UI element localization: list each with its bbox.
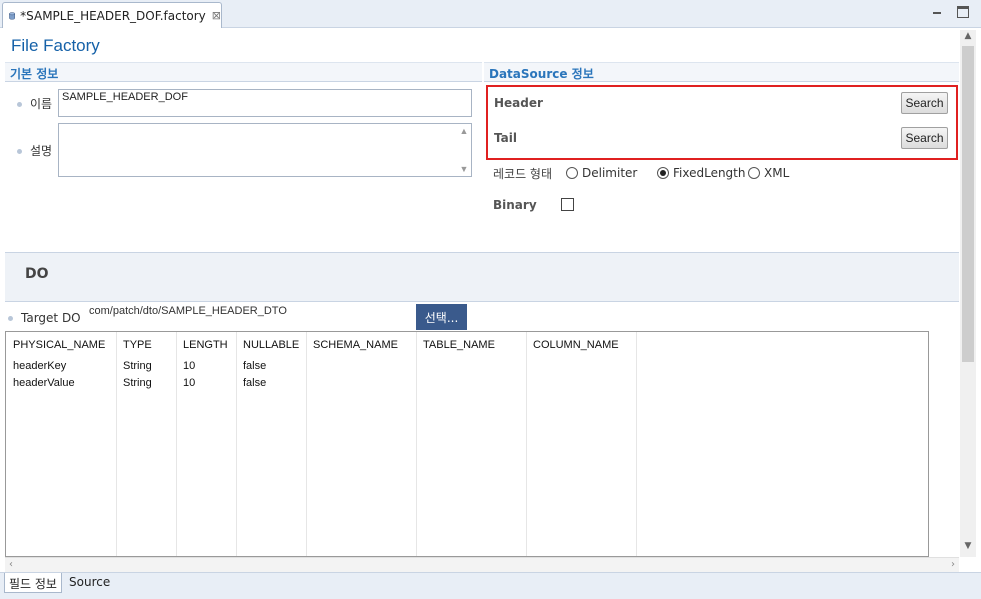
- editor-tab-bar: *SAMPLE_HEADER_DOF.factory ⊠: [0, 0, 981, 28]
- column-header-length[interactable]: LENGTH: [183, 339, 228, 351]
- column-header-physical-name[interactable]: PHYSICAL_NAME: [13, 339, 105, 351]
- scroll-down-icon[interactable]: ▼: [960, 541, 976, 551]
- target-do-value[interactable]: com/patch/dto/SAMPLE_HEADER_DTO: [89, 305, 287, 317]
- table-cell: headerValue: [13, 377, 75, 389]
- record-type-label: 레코드 형태: [493, 167, 553, 181]
- close-icon[interactable]: ⊠: [212, 9, 221, 22]
- name-input[interactable]: SAMPLE_HEADER_DOF: [58, 89, 472, 117]
- field-table[interactable]: PHYSICAL_NAME TYPE LENGTH NULLABLE SCHEM…: [5, 331, 929, 557]
- table-column: [307, 332, 417, 556]
- table-cell: headerKey: [13, 360, 67, 372]
- tail-label: Tail: [494, 131, 517, 145]
- table-cell: false: [243, 377, 267, 389]
- header-label: Header: [494, 96, 543, 110]
- column-header-schema-name[interactable]: SCHEMA_NAME: [313, 339, 398, 351]
- basic-info-title: 기본 정보: [10, 67, 59, 81]
- column-header-table-name[interactable]: TABLE_NAME: [423, 339, 495, 351]
- bullet-icon: [8, 316, 13, 321]
- tail-search-button[interactable]: Search: [901, 127, 948, 149]
- target-do-label: Target DO: [8, 311, 81, 325]
- do-section-header: DO: [5, 252, 959, 302]
- page-title: File Factory: [11, 36, 100, 55]
- description-label: 설명: [17, 142, 52, 159]
- radio-checked-icon[interactable]: [657, 167, 669, 179]
- basic-info-header: 기본 정보: [5, 62, 482, 82]
- table-column: [417, 332, 527, 556]
- datasource-highlight-box: Header Search Tail Search: [486, 85, 958, 160]
- column-header-nullable[interactable]: NULLABLE: [243, 339, 299, 351]
- column-header-column-name[interactable]: COLUMN_NAME: [533, 339, 619, 351]
- header-search-button[interactable]: Search: [901, 92, 948, 114]
- table-cell: false: [243, 360, 267, 372]
- database-icon: [9, 11, 15, 19]
- scroll-down-icon[interactable]: ▼: [460, 164, 469, 174]
- radio-icon[interactable]: [566, 167, 578, 179]
- editor-tab-title: *SAMPLE_HEADER_DOF.factory: [20, 8, 206, 23]
- name-label: 이름: [17, 95, 52, 112]
- binary-label: Binary: [493, 198, 537, 212]
- scroll-right-icon[interactable]: ›: [951, 559, 955, 570]
- description-textarea[interactable]: ▲ ▼: [58, 123, 472, 177]
- binary-checkbox[interactable]: [561, 198, 574, 211]
- radio-icon[interactable]: [748, 167, 760, 179]
- maximize-icon[interactable]: [957, 6, 969, 18]
- scrollbar-thumb[interactable]: [962, 46, 974, 362]
- do-title: DO: [25, 266, 49, 282]
- tab-field-info[interactable]: 필드 정보: [4, 573, 62, 593]
- table-column: [527, 332, 637, 556]
- bottom-tab-bar: 필드 정보 Source: [0, 572, 981, 599]
- radio-fixedlength[interactable]: FixedLength: [657, 166, 746, 180]
- bullet-icon: [17, 149, 22, 154]
- table-cell: 10: [183, 360, 196, 372]
- tab-source[interactable]: Source: [65, 573, 114, 593]
- table-cell: String: [123, 377, 152, 389]
- scroll-left-icon[interactable]: ‹: [9, 559, 13, 570]
- minimize-icon[interactable]: [931, 6, 943, 18]
- bullet-icon: [17, 102, 22, 107]
- radio-xml[interactable]: XML: [748, 166, 789, 180]
- datasource-title: DataSource 정보: [489, 67, 594, 81]
- textarea-scrollbar[interactable]: ▲ ▼: [457, 124, 471, 176]
- table-cell: String: [123, 360, 152, 372]
- scroll-up-icon[interactable]: ▲: [460, 126, 469, 136]
- select-button[interactable]: 선택...: [416, 304, 467, 330]
- horizontal-scrollbar[interactable]: ‹ ›: [5, 557, 959, 572]
- editor-tab[interactable]: *SAMPLE_HEADER_DOF.factory ⊠: [2, 2, 222, 28]
- scroll-up-icon[interactable]: ▲: [960, 31, 976, 41]
- vertical-scrollbar[interactable]: ▲ ▼: [960, 30, 976, 557]
- datasource-header: DataSource 정보: [484, 62, 959, 82]
- column-header-type[interactable]: TYPE: [123, 339, 152, 351]
- radio-delimiter[interactable]: Delimiter: [566, 166, 637, 180]
- table-cell: 10: [183, 377, 196, 389]
